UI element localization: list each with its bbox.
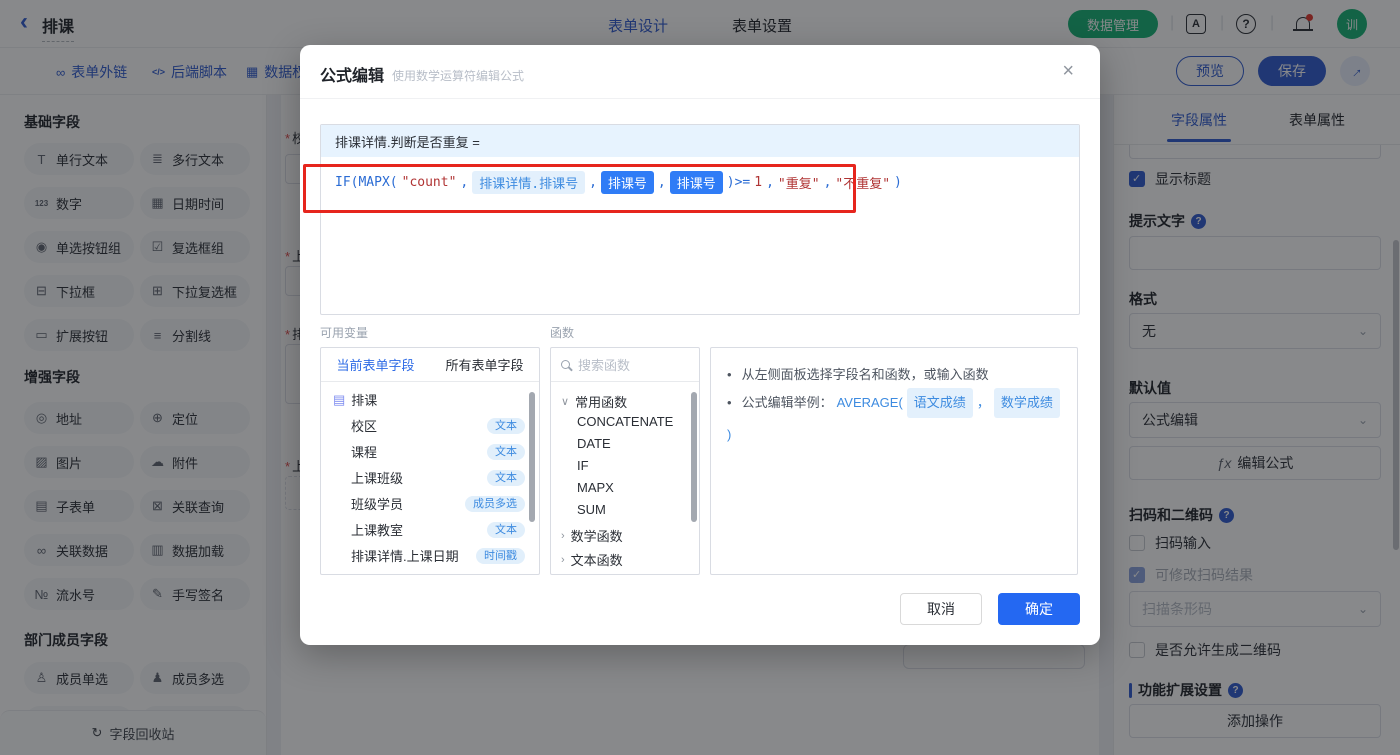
form-doc-icon: ▤ — [333, 391, 346, 407]
search-icon — [561, 360, 570, 369]
variable-item[interactable]: 上课班级 文本 — [351, 468, 525, 487]
tab-all-form-fields[interactable]: 所有表单字段 — [430, 355, 539, 374]
function-group-label: 数学函数 — [570, 529, 623, 544]
caret-down-icon: ∨ — [561, 396, 570, 408]
variable-item[interactable]: 班级学员 成员多选 — [351, 494, 525, 513]
search-placeholder: 搜索函数 — [578, 358, 631, 373]
example-field-token: 数学成绩 — [993, 388, 1060, 418]
function-search[interactable]: 搜索函数 — [551, 348, 699, 382]
hint-line: 公式编辑举例： AVERAGE( 语文成绩 ， 数学成绩 ) — [727, 388, 1061, 448]
function-group-label: 文本函数 — [570, 553, 623, 568]
function-group-text[interactable]: › 文本函数 — [561, 550, 623, 569]
variable-type-badge: 文本 — [487, 521, 525, 538]
cancel-button[interactable]: 取消 — [900, 593, 982, 625]
example-function: AVERAGE( — [836, 395, 903, 410]
hint-line: 从左侧面板选择字段名和函数，或输入函数 — [727, 362, 1061, 388]
example-close-paren: ) — [727, 427, 732, 442]
variables-scrollbar[interactable] — [529, 392, 535, 522]
variable-type-badge: 文本 — [487, 469, 525, 486]
app-window: ‹ 排课 表单设计 表单设置 数据管理 | A | ? | 训 ∞ 表单外链 <… — [0, 0, 1400, 755]
variable-type-badge: 文本 — [487, 443, 525, 460]
modal-title: 公式编辑 — [320, 68, 385, 85]
functions-label: 函数 — [550, 326, 575, 340]
variable-tree-root[interactable]: ▤ 排课 — [333, 390, 377, 409]
functions-scrollbar[interactable] — [691, 392, 697, 522]
variable-name: 班级学员 — [351, 497, 404, 512]
variable-type-badge: 文本 — [487, 417, 525, 434]
function-item[interactable]: CONCATENATE — [577, 414, 673, 429]
caret-right-icon: › — [561, 553, 565, 566]
formula-token: ) — [894, 175, 902, 190]
variables-label: 可用变量 — [320, 326, 369, 340]
example-comma: ， — [976, 395, 990, 410]
confirm-button[interactable]: 确定 — [998, 593, 1080, 625]
annotation-rectangle — [303, 164, 856, 213]
variable-name: 排课详情.上课日期 — [351, 549, 459, 564]
variable-item[interactable]: 上课教室 文本 — [351, 520, 525, 539]
variable-item[interactable]: 排课详情.上课日期 时间戳 — [351, 546, 525, 565]
formula-target: 排课详情.判断是否重复 = — [335, 134, 480, 150]
tab-current-form-fields[interactable]: 当前表单字段 — [321, 355, 430, 374]
function-group-label: 常用函数 — [575, 395, 628, 410]
example-field-token: 语文成绩 — [906, 388, 973, 418]
variable-name: 上课教室 — [351, 523, 404, 538]
function-item[interactable]: SUM — [577, 502, 606, 517]
variables-panel: 当前表单字段 所有表单字段 ▤ 排课 校区 文本 课程 文本 上课班级 文本 班级学员… — [320, 347, 540, 575]
variable-item[interactable]: 校区 文本 — [351, 416, 525, 435]
function-item[interactable]: MAPX — [577, 480, 614, 495]
formula-editor-box[interactable]: 排课详情.判断是否重复 = IF(MAPX( "count" , 排课详情.排课… — [320, 124, 1080, 315]
variable-name: 校区 — [351, 419, 378, 434]
functions-panel: 搜索函数 ∨ 常用函数 CONCATENATE DATE IF MAPX SUM… — [550, 347, 700, 575]
function-item[interactable]: DATE — [577, 436, 611, 451]
function-item[interactable]: IF — [577, 458, 589, 473]
variable-item[interactable]: 课程 文本 — [351, 442, 525, 461]
formula-target-bar: 排课详情.判断是否重复 = — [321, 125, 1079, 157]
caret-right-icon: › — [561, 529, 565, 542]
divider — [300, 98, 1100, 99]
variable-root-label: 排课 — [351, 393, 378, 408]
variable-type-badge: 时间戳 — [476, 547, 525, 564]
formula-editor-modal: 公式编辑 使用数学运算符编辑公式 × 排课详情.判断是否重复 = IF(MAPX… — [300, 45, 1100, 645]
function-group-math[interactable]: › 数学函数 — [561, 526, 623, 545]
function-group-common[interactable]: ∨ 常用函数 — [561, 392, 627, 411]
close-icon[interactable]: × — [1062, 61, 1074, 81]
variable-name: 上课班级 — [351, 471, 404, 486]
variable-type-badge: 成员多选 — [465, 495, 525, 512]
modal-subtitle: 使用数学运算符编辑公式 — [392, 69, 525, 83]
variable-name: 课程 — [351, 445, 378, 460]
hint-panel: 从左侧面板选择字段名和函数，或输入函数 公式编辑举例： AVERAGE( 语文成… — [710, 347, 1078, 575]
